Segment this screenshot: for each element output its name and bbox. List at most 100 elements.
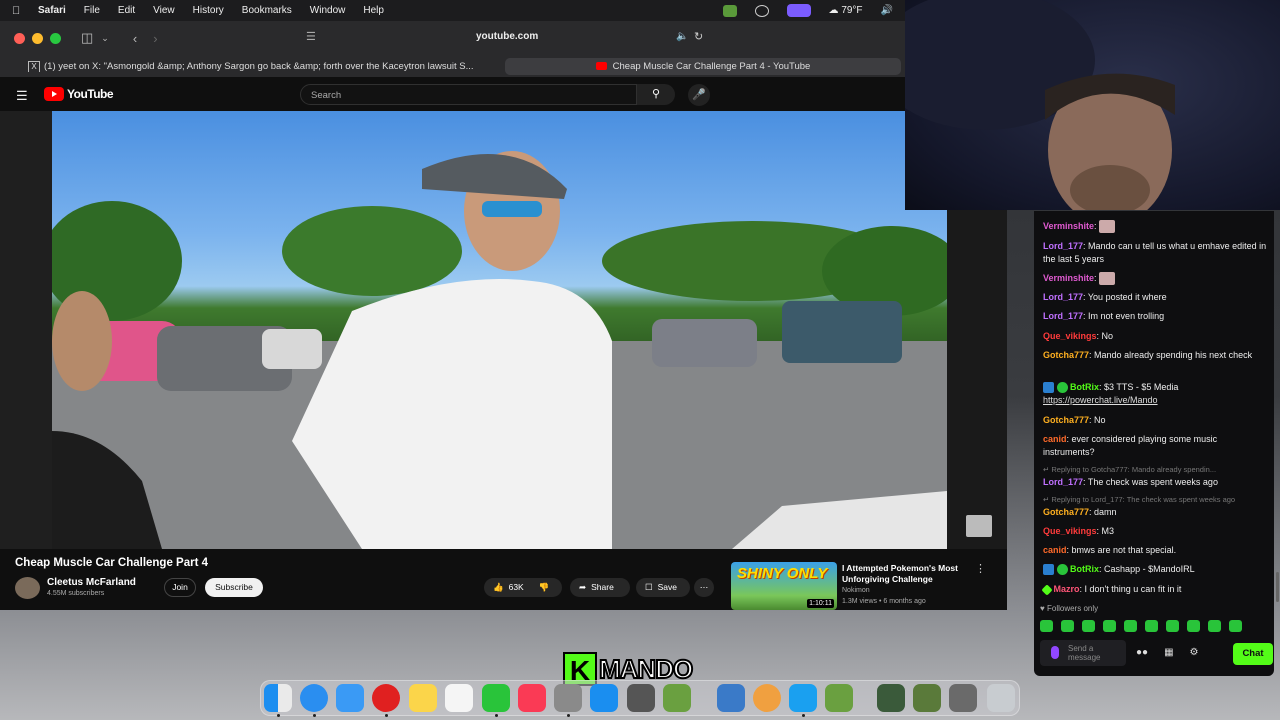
chat-username[interactable]: Lord_177: [1043, 477, 1083, 487]
game-app-icon[interactable]: [825, 684, 853, 712]
gift-icon[interactable]: ▦: [1164, 647, 1173, 658]
reminders-icon[interactable]: [445, 684, 473, 712]
emote-button[interactable]: [1166, 620, 1179, 632]
audio-playing-icon[interactable]: 🔈: [676, 31, 688, 42]
video-player[interactable]: [52, 111, 947, 549]
search-input[interactable]: Search: [300, 84, 637, 105]
chat-link[interactable]: https://powerchat.live/Mando: [1043, 395, 1158, 405]
back-icon[interactable]: ‹: [133, 31, 137, 46]
screen-record-icon[interactable]: [786, 4, 811, 17]
activity-monitor-icon[interactable]: [627, 684, 655, 712]
app-store-icon[interactable]: [590, 684, 618, 712]
chat-username[interactable]: Gotcha777: [1043, 507, 1089, 517]
menu-history[interactable]: History: [193, 5, 224, 16]
chat-username[interactable]: BotRix: [1070, 382, 1099, 392]
channel-watermark-icon[interactable]: [966, 515, 992, 537]
reader-icon[interactable]: ☰: [306, 30, 316, 43]
channel-name[interactable]: Cleetus McFarland: [47, 577, 136, 588]
kebab-menu-icon[interactable]: ⋮: [975, 562, 986, 575]
reload-icon[interactable]: ↻: [694, 30, 703, 43]
whatsapp-icon[interactable]: [482, 684, 510, 712]
photos-icon[interactable]: [753, 684, 781, 712]
chat-username[interactable]: Verminshite: [1043, 273, 1094, 283]
menu-view[interactable]: View: [153, 5, 175, 16]
sidebar-icon[interactable]: ◫: [81, 30, 93, 46]
menu-edit[interactable]: Edit: [118, 5, 135, 16]
xbox-icon[interactable]: [663, 684, 691, 712]
window-preview-icon[interactable]: [877, 684, 905, 712]
like-button[interactable]: 👍 63K 👎: [484, 578, 562, 597]
emote-button[interactable]: [1061, 620, 1074, 632]
chat-username[interactable]: Gotcha777: [1043, 350, 1089, 360]
recommended-title[interactable]: I Attempted Pokemon's Most Unforgiving C…: [842, 563, 967, 585]
thumbs-down-icon[interactable]: 👎: [539, 578, 550, 597]
reply-context[interactable]: ↵ Replying to Lord_177: The check was sp…: [1043, 495, 1268, 504]
trash-icon[interactable]: [987, 684, 1015, 712]
share-button[interactable]: ➦ Share: [570, 578, 630, 597]
tab-x[interactable]: X (1) yeet on X: "Asmongold &amp; Anthon…: [0, 60, 505, 72]
chat-input[interactable]: Send a message: [1040, 640, 1126, 666]
notes-icon[interactable]: [409, 684, 437, 712]
chat-username[interactable]: Que_vikings: [1043, 526, 1097, 536]
emote-button[interactable]: [1208, 620, 1221, 632]
forward-icon[interactable]: ›: [153, 31, 157, 46]
quicktime-icon[interactable]: [789, 684, 817, 712]
join-button[interactable]: Join: [164, 578, 196, 597]
chat-username[interactable]: Lord_177: [1043, 292, 1083, 302]
chat-scrollbar[interactable]: [1276, 572, 1279, 602]
emote-button[interactable]: [1040, 620, 1053, 632]
weather-readout[interactable]: ☁ 79°F: [829, 5, 863, 16]
emote-button[interactable]: [1103, 620, 1116, 632]
menu-file[interactable]: File: [84, 5, 100, 16]
volume-icon[interactable]: 🔊: [881, 5, 893, 16]
users-icon[interactable]: ●●: [1136, 647, 1148, 658]
chat-send-button[interactable]: Chat: [1233, 643, 1273, 665]
system-settings-icon[interactable]: [554, 684, 582, 712]
search-button[interactable]: ⚲: [637, 84, 675, 105]
channel-avatar[interactable]: [15, 577, 40, 599]
zoom-window-button[interactable]: [50, 32, 61, 44]
reply-context[interactable]: ↵ Replying to Gotcha777: Mando already s…: [1043, 465, 1268, 474]
voice-search-button[interactable]: 🎤: [688, 84, 710, 106]
music-icon[interactable]: [518, 684, 546, 712]
chat-username[interactable]: Gotcha777: [1043, 415, 1089, 425]
tray-sync-icon[interactable]: [754, 4, 769, 17]
address-bar[interactable]: youtube.com: [476, 31, 538, 42]
chat-username[interactable]: Lord_177: [1043, 311, 1083, 321]
opera-icon[interactable]: [372, 684, 400, 712]
chat-username[interactable]: Que_vikings: [1043, 331, 1097, 341]
chat-username[interactable]: Mazro: [1054, 584, 1080, 594]
chat-username[interactable]: canid: [1043, 545, 1067, 555]
recommended-thumbnail[interactable]: SHINY ONLY 1:10:11: [731, 562, 837, 610]
menu-help[interactable]: Help: [363, 5, 384, 16]
recommended-channel[interactable]: Nokimon: [842, 587, 870, 594]
apple-icon[interactable]: : [12, 5, 30, 17]
youtube-logo[interactable]: YouTube: [44, 87, 114, 101]
emote-button[interactable]: [1124, 620, 1137, 632]
menu-app[interactable]: Safari: [38, 5, 66, 16]
chat-username[interactable]: BotRix: [1070, 564, 1099, 574]
finder-icon[interactable]: [264, 684, 292, 712]
emote-button[interactable]: [1187, 620, 1200, 632]
window-preview-icon[interactable]: [949, 684, 977, 712]
more-actions-button[interactable]: ⋯: [694, 578, 714, 597]
settings-icon[interactable]: ⚙: [1190, 647, 1199, 658]
mail-icon[interactable]: [336, 684, 364, 712]
emote-button[interactable]: [1145, 620, 1158, 632]
chat-username[interactable]: Verminshite: [1043, 221, 1094, 231]
minimize-window-button[interactable]: [32, 32, 43, 44]
chat-username[interactable]: Lord_177: [1043, 241, 1083, 251]
chevron-down-icon[interactable]: ⌄: [101, 33, 109, 44]
save-button[interactable]: ☐ Save: [636, 578, 690, 597]
safari-icon[interactable]: [300, 684, 328, 712]
menu-window[interactable]: Window: [310, 5, 346, 16]
menu-icon[interactable]: ☰: [16, 88, 28, 104]
tab-youtube[interactable]: Cheap Muscle Car Challenge Part 4 - YouT…: [505, 57, 901, 75]
close-window-button[interactable]: [14, 32, 25, 44]
menu-bookmarks[interactable]: Bookmarks: [242, 5, 292, 16]
tray-app-icon[interactable]: [722, 4, 737, 17]
emote-button[interactable]: [1082, 620, 1095, 632]
subscribe-button[interactable]: Subscribe: [205, 578, 263, 597]
screenshot-app-icon[interactable]: [717, 684, 745, 712]
window-preview-icon[interactable]: [913, 684, 941, 712]
